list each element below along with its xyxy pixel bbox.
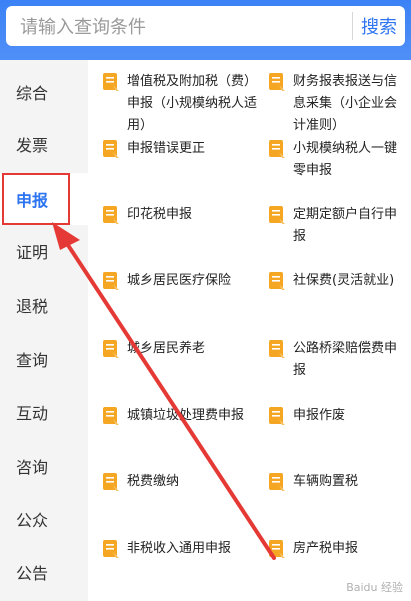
tile-property-tax[interactable]: 房产税申报 xyxy=(266,538,406,560)
tile-waste-fee[interactable]: 城镇垃圾处理费申报 xyxy=(100,405,260,427)
tile-label: 印花税申报 xyxy=(127,207,193,222)
document-icon xyxy=(269,272,285,290)
document-icon xyxy=(269,540,285,558)
sidebar-item-public[interactable]: 公众 xyxy=(0,493,88,545)
tile-label: 定期定额户自行申报 xyxy=(293,207,398,244)
sidebar-item-tax-refund[interactable]: 退税 xyxy=(0,279,88,331)
tile-label: 城乡居民养老 xyxy=(127,341,206,356)
sidebar-item-query[interactable]: 查询 xyxy=(0,333,88,385)
tile-fixed-quota[interactable]: 定期定额户自行申报 xyxy=(266,204,406,248)
sidebar-item-certificate[interactable]: 证明 xyxy=(0,225,88,277)
sidebar-item-interaction[interactable]: 互动 xyxy=(0,386,88,438)
watermark: Baidu 经验 xyxy=(346,581,403,594)
tile-non-tax-revenue[interactable]: 非税收入通用申报 xyxy=(100,538,260,560)
tile-label: 城镇垃圾处理费申报 xyxy=(127,408,245,423)
tile-zero-declaration[interactable]: 小规模纳税人一键零申报 xyxy=(266,138,406,182)
tile-label: 增值税及附加税（费）申报（小规模纳税人适用） xyxy=(127,74,258,133)
document-icon xyxy=(269,73,285,91)
tile-tax-payment[interactable]: 税费缴纳 xyxy=(100,471,260,493)
tile-label: 房产税申报 xyxy=(293,541,359,556)
sidebar-item-consult[interactable]: 咨询 xyxy=(0,440,88,492)
tile-declaration-correction[interactable]: 申报错误更正 xyxy=(100,138,260,160)
sidebar-item-announcement[interactable]: 公告 xyxy=(0,546,88,598)
document-icon xyxy=(103,473,119,491)
document-icon xyxy=(103,73,119,91)
document-icon xyxy=(103,140,119,158)
document-icon xyxy=(269,206,285,224)
tile-pension[interactable]: 城乡居民养老 xyxy=(100,338,260,360)
tile-medical-insurance[interactable]: 城乡居民医疗保险 xyxy=(100,270,260,292)
tile-vat-declaration[interactable]: 增值税及附加税（费）申报（小规模纳税人适用） xyxy=(100,71,260,137)
tile-label: 税费缴纳 xyxy=(127,474,180,489)
search-input[interactable]: 请输入查询条件 xyxy=(6,6,352,46)
top-bar: 请输入查询条件 搜索 xyxy=(0,0,411,60)
document-icon xyxy=(269,407,285,425)
tile-label: 财务报表报送与信息采集（小企业会计准则） xyxy=(293,74,398,133)
tile-financial-report[interactable]: 财务报表报送与信息采集（小企业会计准则） xyxy=(266,71,406,137)
document-icon xyxy=(103,407,119,425)
document-icon xyxy=(103,206,119,224)
sidebar-item-comprehensive[interactable]: 综合 xyxy=(0,66,88,118)
search-box: 请输入查询条件 搜索 xyxy=(6,6,405,46)
service-grid: 增值税及附加税（费）申报（小规模纳税人适用） 财务报表报送与信息采集（小企业会计… xyxy=(88,60,411,601)
sidebar-item-declaration[interactable]: 申报 xyxy=(0,173,88,225)
document-icon xyxy=(269,140,285,158)
tile-label: 非税收入通用申报 xyxy=(127,541,232,556)
sidebar-item-invoice[interactable]: 发票 xyxy=(0,118,88,170)
tile-stamp-tax[interactable]: 印花税申报 xyxy=(100,204,260,226)
document-icon xyxy=(103,540,119,558)
category-sidebar: 综合 发票 申报 证明 退税 查询 互动 咨询 公众 公告 xyxy=(0,60,88,601)
document-icon xyxy=(103,340,119,358)
document-icon xyxy=(103,272,119,290)
tile-label: 城乡居民医疗保险 xyxy=(127,273,232,288)
tile-road-bridge-compensation[interactable]: 公路桥梁赔偿费申报 xyxy=(266,338,406,382)
tile-label: 公路桥梁赔偿费申报 xyxy=(293,341,398,378)
tile-vehicle-purchase-tax[interactable]: 车辆购置税 xyxy=(266,471,406,493)
document-icon xyxy=(269,340,285,358)
tile-label: 小规模纳税人一键零申报 xyxy=(293,141,398,178)
tile-label: 车辆购置税 xyxy=(293,474,359,489)
search-button[interactable]: 搜索 xyxy=(353,6,405,46)
tile-label: 申报作废 xyxy=(293,408,346,423)
tile-label: 申报错误更正 xyxy=(127,141,206,156)
tile-declaration-void[interactable]: 申报作废 xyxy=(266,405,406,427)
document-icon xyxy=(269,473,285,491)
tile-label: 社保费(灵活就业) xyxy=(293,273,395,288)
tile-social-security[interactable]: 社保费(灵活就业) xyxy=(266,270,406,292)
